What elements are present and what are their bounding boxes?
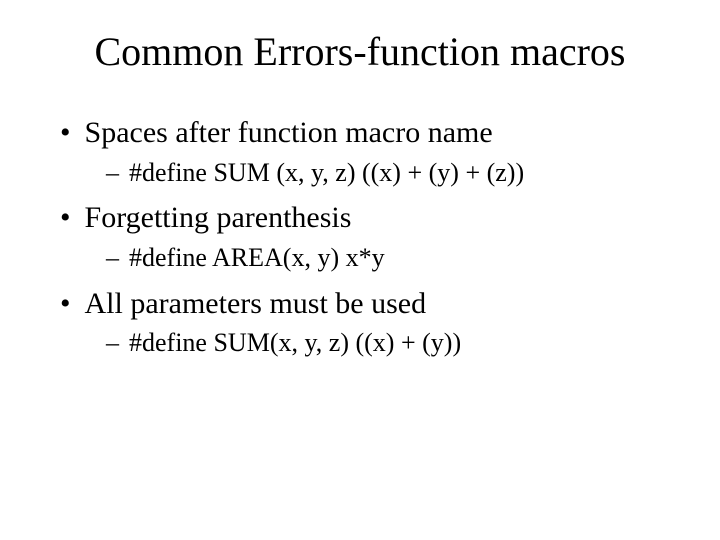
sub-item: – #define SUM (x, y, z) ((x) + (y) + (z)… xyxy=(106,156,670,190)
list-item: • Spaces after function macro name – #de… xyxy=(60,114,670,189)
sub-text: #define SUM(x, y, z) ((x) + (y)) xyxy=(129,326,461,360)
bullet-text: All parameters must be used xyxy=(85,285,427,323)
bullet-text: Spaces after function macro name xyxy=(85,114,493,152)
list-item: • Forgetting parenthesis – #define AREA(… xyxy=(60,199,670,274)
sub-text: #define SUM (x, y, z) ((x) + (y) + (z)) xyxy=(129,156,524,190)
dash-icon: – xyxy=(106,241,119,275)
bullet-text: Forgetting parenthesis xyxy=(85,199,352,237)
bullet-list: • Spaces after function macro name – #de… xyxy=(50,114,670,360)
bullet-icon: • xyxy=(60,199,71,237)
sub-list: – #define AREA(x, y) x*y xyxy=(60,241,670,275)
bullet-row: • Forgetting parenthesis xyxy=(60,199,670,237)
bullet-row: • Spaces after function macro name xyxy=(60,114,670,152)
bullet-row: • All parameters must be used xyxy=(60,285,670,323)
sub-text: #define AREA(x, y) x*y xyxy=(129,241,385,275)
sub-list: – #define SUM(x, y, z) ((x) + (y)) xyxy=(60,326,670,360)
slide: Common Errors-function macros • Spaces a… xyxy=(0,0,720,360)
dash-icon: – xyxy=(106,156,119,190)
list-item: • All parameters must be used – #define … xyxy=(60,285,670,360)
sub-list: – #define SUM (x, y, z) ((x) + (y) + (z)… xyxy=(60,156,670,190)
bullet-icon: • xyxy=(60,285,71,323)
sub-item: – #define AREA(x, y) x*y xyxy=(106,241,670,275)
sub-item: – #define SUM(x, y, z) ((x) + (y)) xyxy=(106,326,670,360)
dash-icon: – xyxy=(106,326,119,360)
bullet-icon: • xyxy=(60,114,71,152)
slide-title: Common Errors-function macros xyxy=(50,30,670,74)
